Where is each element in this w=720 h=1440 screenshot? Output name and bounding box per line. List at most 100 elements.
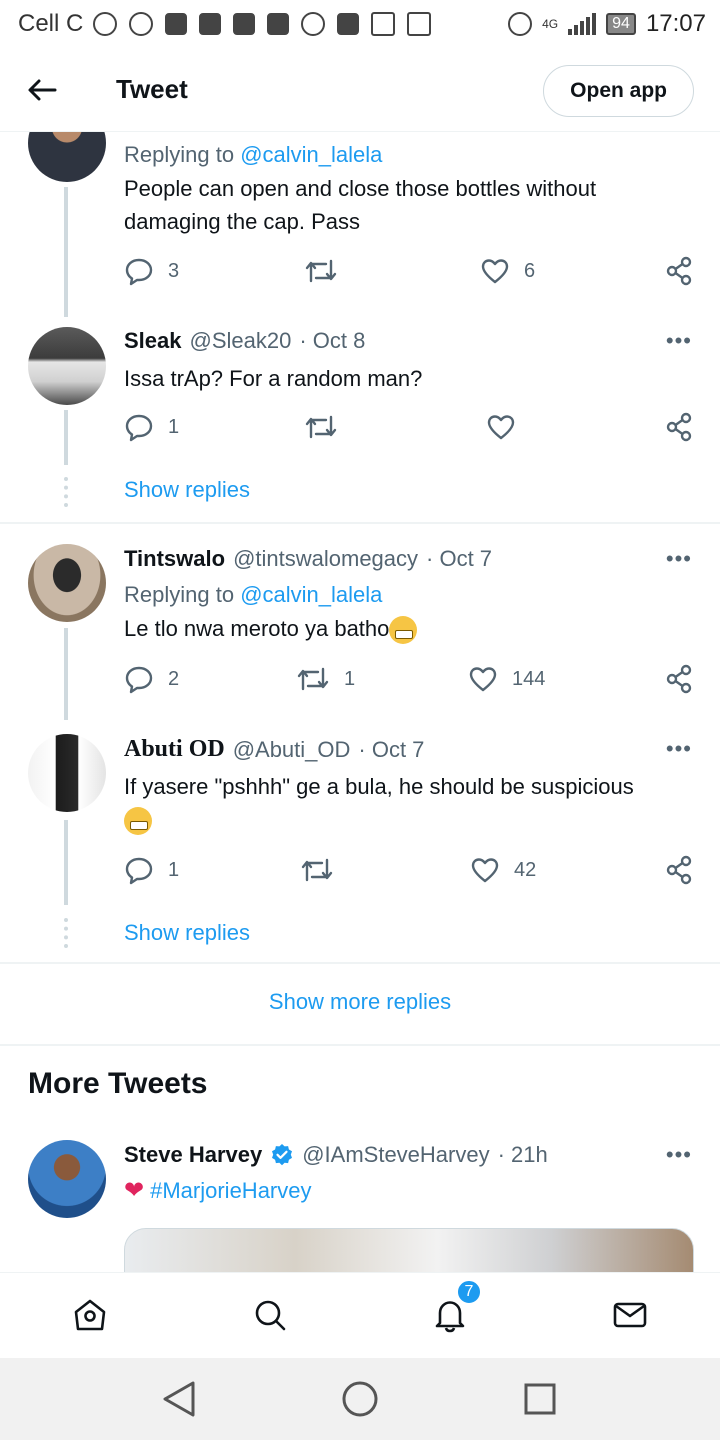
tweet-date[interactable]: · Oct 7 [426, 546, 492, 572]
share-button[interactable] [664, 412, 694, 442]
system-navigation-bar [0, 1358, 720, 1440]
show-replies-link[interactable]: Show replies [124, 477, 250, 503]
system-back-button[interactable] [158, 1378, 200, 1420]
more-options-button[interactable]: ••• [666, 736, 692, 762]
system-recents-button[interactable] [519, 1378, 561, 1420]
tweet-card[interactable]: Tintswalo @tintswalomegacy · Oct 7 ••• R… [0, 524, 720, 720]
more-options-button[interactable]: ••• [666, 1142, 692, 1168]
calendar-icon [407, 12, 432, 36]
thread-line [64, 410, 68, 465]
author-handle[interactable]: @tintswalomegacy [233, 546, 418, 572]
retweet-icon [305, 415, 337, 439]
thread-line [64, 820, 68, 905]
show-more-replies-link[interactable]: Show more replies [0, 989, 720, 1015]
sd-card-icon [267, 13, 290, 35]
arrow-left-icon [28, 79, 57, 101]
show-replies-link[interactable]: Show replies [124, 920, 250, 946]
author-handle[interactable]: @Abuti_OD [233, 737, 351, 763]
reply-button[interactable]: 2 [124, 664, 179, 694]
system-home-button[interactable] [339, 1378, 381, 1420]
tweet-date[interactable]: · Oct 8 [299, 328, 365, 354]
open-app-button[interactable]: Open app [543, 65, 694, 117]
flipboard-icon [233, 13, 256, 35]
mention-link[interactable]: @calvin_lalela [240, 142, 382, 167]
messages-tab[interactable] [610, 1295, 650, 1335]
author-name[interactable]: Tintswalo [124, 546, 225, 572]
reply-count: 1 [168, 415, 180, 438]
tweet-actions: 1 [124, 412, 694, 446]
reply-button[interactable]: 1 [124, 412, 179, 442]
tweet-actions: 2 1 144 [124, 664, 694, 698]
retweet-icon [305, 259, 337, 283]
reply-icon [125, 414, 153, 442]
share-icon [666, 664, 692, 694]
grinning-emoji-icon [124, 807, 152, 836]
share-icon [666, 256, 692, 286]
square-recents-icon [524, 1383, 556, 1415]
avatar[interactable] [28, 132, 106, 182]
like-button[interactable]: 6 [480, 256, 535, 286]
tweet-text: Issa trAp? For a random man? [124, 366, 423, 391]
notifications-tab[interactable]: 7 [430, 1279, 482, 1335]
more-options-button[interactable]: ••• [666, 328, 692, 354]
avatar[interactable] [28, 734, 106, 812]
battery-level: 94 [606, 13, 636, 35]
signal-icon [568, 13, 597, 35]
bottom-navigation: 7 [0, 1272, 720, 1358]
share-button[interactable] [664, 256, 694, 286]
thread-line [64, 628, 68, 720]
author-name[interactable]: Steve Harvey [124, 1142, 262, 1168]
reply-count: 3 [168, 259, 180, 282]
author-name[interactable]: Sleak [124, 328, 182, 354]
tweet-media-image[interactable] [124, 1228, 694, 1272]
hashtag-link[interactable]: #MarjorieHarvey [150, 1178, 311, 1203]
replies-feed: Replying to @calvin_lalela People can op… [0, 132, 720, 1272]
tweet-text: ❤ #MarjorieHarvey [124, 1174, 694, 1207]
retweet-button[interactable] [304, 256, 352, 286]
tweet-text: If yasere "pshhh" ge a bula, he should b… [124, 770, 694, 836]
divider [0, 1044, 720, 1046]
search-icon [255, 1300, 286, 1331]
author-handle[interactable]: @Sleak20 [190, 328, 292, 354]
author-name[interactable]: Abuti OD [124, 736, 225, 763]
tweet-card[interactable]: Sleak @Sleak20 · Oct 8 ••• Issa trAp? Fo… [0, 322, 720, 522]
notification-icons [93, 12, 432, 36]
replying-to: Replying to @calvin_lalela [124, 582, 382, 608]
tweet-date[interactable]: · Oct 7 [358, 737, 424, 763]
retweet-button[interactable] [304, 412, 352, 442]
tweet-card[interactable]: Replying to @calvin_lalela People can op… [0, 132, 720, 322]
tweet-card[interactable]: Steve Harvey @IAmSteveHarvey · 21h ••• ❤… [0, 1132, 720, 1272]
mention-link[interactable]: @calvin_lalela [240, 582, 382, 607]
avatar[interactable] [28, 544, 106, 622]
share-icon [666, 412, 692, 442]
top-bar: Tweet Open app [0, 50, 720, 132]
more-options-button[interactable]: ••• [666, 546, 692, 572]
reply-button[interactable]: 3 [124, 256, 179, 286]
network-type: 4G [542, 17, 559, 31]
thread-line [64, 187, 68, 317]
triangle-back-icon [163, 1381, 195, 1417]
tweet-date[interactable]: · 21h [498, 1142, 548, 1168]
notification-badge: 7 [456, 1279, 482, 1305]
reply-icon [125, 666, 153, 694]
divider [0, 962, 720, 964]
tweet-text-content: If yasere "pshhh" ge a bula, he should b… [124, 774, 634, 799]
avatar[interactable] [28, 1140, 106, 1218]
like-button[interactable]: 144 [468, 664, 545, 694]
share-button[interactable] [664, 664, 694, 694]
retweet-button[interactable]: 1 [296, 664, 355, 694]
retweet-icon [297, 667, 329, 691]
search-tab[interactable] [250, 1295, 290, 1335]
home-tab[interactable] [70, 1295, 110, 1335]
tweet-card[interactable]: Abuti OD @Abuti_OD · Oct 7 ••• If yasere… [0, 720, 720, 962]
tweet-text: People can open and close those bottles … [124, 176, 597, 234]
share-icon [666, 855, 692, 885]
like-button[interactable]: 42 [470, 855, 536, 885]
like-button[interactable] [486, 412, 530, 442]
back-button[interactable] [22, 70, 62, 110]
reply-button[interactable]: 1 [124, 855, 179, 885]
author-handle[interactable]: @IAmSteveHarvey [302, 1142, 489, 1168]
share-button[interactable] [664, 855, 694, 885]
avatar[interactable] [28, 327, 106, 405]
retweet-button[interactable] [300, 855, 348, 885]
